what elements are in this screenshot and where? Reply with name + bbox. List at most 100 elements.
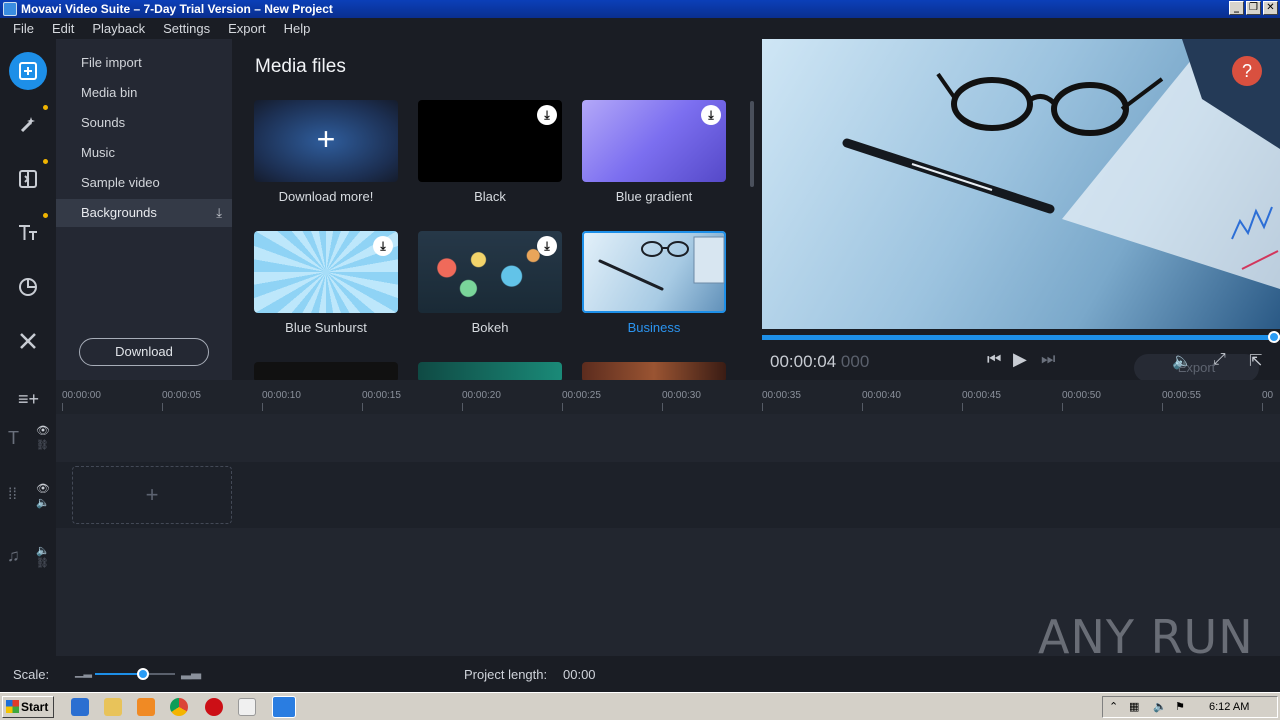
download-label: Download bbox=[115, 344, 173, 359]
download-icon[interactable]: ⤓ bbox=[537, 105, 557, 125]
previous-icon[interactable]: ⏮ bbox=[987, 351, 1001, 369]
menu-playback[interactable]: Playback bbox=[92, 21, 145, 36]
category-label: Sample video bbox=[81, 175, 160, 190]
title-track-icon: T bbox=[8, 428, 19, 448]
category-sample-video[interactable]: Sample video bbox=[56, 169, 232, 197]
download-button[interactable]: Download bbox=[79, 338, 209, 366]
playback-progress[interactable] bbox=[762, 331, 1280, 343]
start-button[interactable]: Start bbox=[2, 696, 54, 718]
eye-icon[interactable]: 👁 bbox=[36, 482, 50, 495]
restore-button[interactable]: ❐ bbox=[1246, 1, 1261, 15]
tray-expand-icon[interactable]: ⌃ bbox=[1109, 700, 1118, 713]
ruler-tick: 00:00:00 bbox=[62, 390, 101, 411]
taskbar: Start ⌃ ▦ 🔈 ⚑ 6:12 AM bbox=[0, 692, 1280, 720]
help-button[interactable]: ? bbox=[1232, 56, 1262, 86]
timecode-main: 00:00:04 bbox=[770, 352, 837, 371]
timeline-ruler[interactable]: 00:00:00 00:00:05 00:00:10 00:00:15 00:0… bbox=[56, 380, 1280, 414]
volume-icon[interactable]: 🔈 bbox=[1172, 351, 1192, 371]
titles-icon[interactable] bbox=[9, 214, 47, 252]
category-file-import[interactable]: File import bbox=[56, 49, 232, 77]
transitions-icon[interactable] bbox=[9, 160, 47, 198]
folder-icon[interactable] bbox=[104, 698, 122, 716]
new-badge bbox=[43, 213, 48, 218]
chrome-icon[interactable] bbox=[170, 698, 188, 716]
add-track-icon[interactable]: ≡+ bbox=[18, 389, 39, 410]
network-icon[interactable]: ▦ bbox=[1129, 700, 1139, 713]
play-icon[interactable]: ▶ bbox=[1013, 349, 1027, 370]
progress-handle[interactable] bbox=[1268, 331, 1280, 343]
ruler-tick: 00:00:20 bbox=[462, 390, 501, 411]
category-label: Backgrounds bbox=[81, 205, 157, 220]
movavi-icon[interactable] bbox=[238, 698, 256, 716]
category-sounds[interactable]: Sounds bbox=[56, 109, 232, 137]
media-title: Media files bbox=[255, 56, 346, 77]
title-track[interactable] bbox=[56, 414, 1280, 462]
import-icon[interactable] bbox=[9, 52, 47, 90]
close-button[interactable]: ✕ bbox=[1263, 1, 1278, 15]
fullscreen-icon[interactable]: ⤢ bbox=[1213, 351, 1226, 369]
tile-partial[interactable] bbox=[254, 362, 398, 380]
tile-download-more[interactable]: + bbox=[254, 100, 398, 182]
tile-label: Blue Sunburst bbox=[285, 320, 367, 335]
movavi-suite-icon[interactable] bbox=[272, 696, 296, 718]
magic-wand-icon[interactable] bbox=[9, 106, 47, 144]
tile-blue-sunburst[interactable]: ⤓ bbox=[254, 231, 398, 313]
ruler-tick: 00:00:45 bbox=[962, 390, 1001, 411]
tile-black[interactable]: ⤓ bbox=[418, 100, 562, 182]
category-label: File import bbox=[81, 55, 142, 70]
menu-help[interactable]: Help bbox=[284, 21, 311, 36]
video-track[interactable] bbox=[56, 462, 1280, 528]
flag-icon[interactable]: ⚑ bbox=[1175, 700, 1185, 713]
popout-icon[interactable]: ⇱ bbox=[1249, 351, 1262, 371]
menu-export[interactable]: Export bbox=[228, 21, 266, 36]
start-label: Start bbox=[21, 700, 49, 714]
download-icon[interactable]: ⤓ bbox=[701, 105, 721, 125]
opera-icon[interactable] bbox=[205, 698, 223, 716]
media-player-icon[interactable] bbox=[137, 698, 155, 716]
media-drop-zone[interactable]: + bbox=[72, 466, 232, 524]
tile-label: Black bbox=[474, 189, 506, 204]
next-icon[interactable]: ⏭ bbox=[1041, 351, 1055, 369]
category-backgrounds[interactable]: Backgrounds ⤓ bbox=[56, 199, 232, 227]
export-button[interactable]: Export bbox=[1134, 354, 1259, 382]
scale-handle[interactable] bbox=[137, 668, 149, 680]
menu-file[interactable]: File bbox=[13, 21, 34, 36]
download-icon[interactable]: ⤓ bbox=[216, 199, 222, 227]
download-icon[interactable]: ⤓ bbox=[373, 236, 393, 256]
minimize-button[interactable]: _ bbox=[1229, 1, 1244, 15]
category-music[interactable]: Music bbox=[56, 139, 232, 167]
tools-icon[interactable] bbox=[9, 322, 47, 360]
ruler-tick: 00:00:15 bbox=[362, 390, 401, 411]
zoom-in-icon[interactable]: ▂▃ bbox=[181, 664, 201, 680]
menu-settings[interactable]: Settings bbox=[163, 21, 210, 36]
tile-blue-gradient[interactable]: ⤓ bbox=[582, 100, 726, 182]
eye-icon[interactable]: 👁 bbox=[36, 424, 50, 437]
link-icon[interactable]: ⛓ bbox=[36, 440, 49, 451]
media-scrollbar[interactable] bbox=[750, 101, 754, 187]
tile-partial[interactable] bbox=[418, 362, 562, 380]
clock: 6:12 AM bbox=[1209, 701, 1250, 713]
tile-partial[interactable] bbox=[582, 362, 726, 380]
menu-edit[interactable]: Edit bbox=[52, 21, 74, 36]
ruler-tick: 00:00:05 bbox=[162, 390, 201, 411]
ie-icon[interactable] bbox=[71, 698, 89, 716]
link-icon[interactable]: ⛓ bbox=[36, 558, 49, 569]
speaker-icon[interactable]: 🔈 bbox=[36, 496, 50, 509]
tile-business[interactable] bbox=[582, 231, 726, 313]
ruler-tick: 00:00:50 bbox=[1062, 390, 1101, 411]
tile-label: Blue gradient bbox=[615, 189, 693, 204]
download-icon[interactable]: ⤓ bbox=[537, 236, 557, 256]
tile-bokeh[interactable]: ⤓ bbox=[418, 231, 562, 313]
volume-tray-icon[interactable]: 🔈 bbox=[1153, 700, 1167, 713]
zoom-out-icon[interactable]: ▁▂ bbox=[75, 665, 92, 678]
stickers-icon[interactable] bbox=[9, 268, 47, 306]
ruler-tick: 00:00:25 bbox=[562, 390, 601, 411]
app-icon bbox=[3, 2, 17, 16]
tile-label: Download more! bbox=[278, 189, 374, 204]
new-badge bbox=[43, 159, 48, 164]
category-label: Music bbox=[81, 145, 115, 160]
speaker-icon[interactable]: 🔈 bbox=[36, 544, 50, 557]
scale-slider[interactable] bbox=[95, 668, 175, 680]
ruler-tick: 00:00:35 bbox=[762, 390, 801, 411]
category-media-bin[interactable]: Media bin bbox=[56, 79, 232, 107]
